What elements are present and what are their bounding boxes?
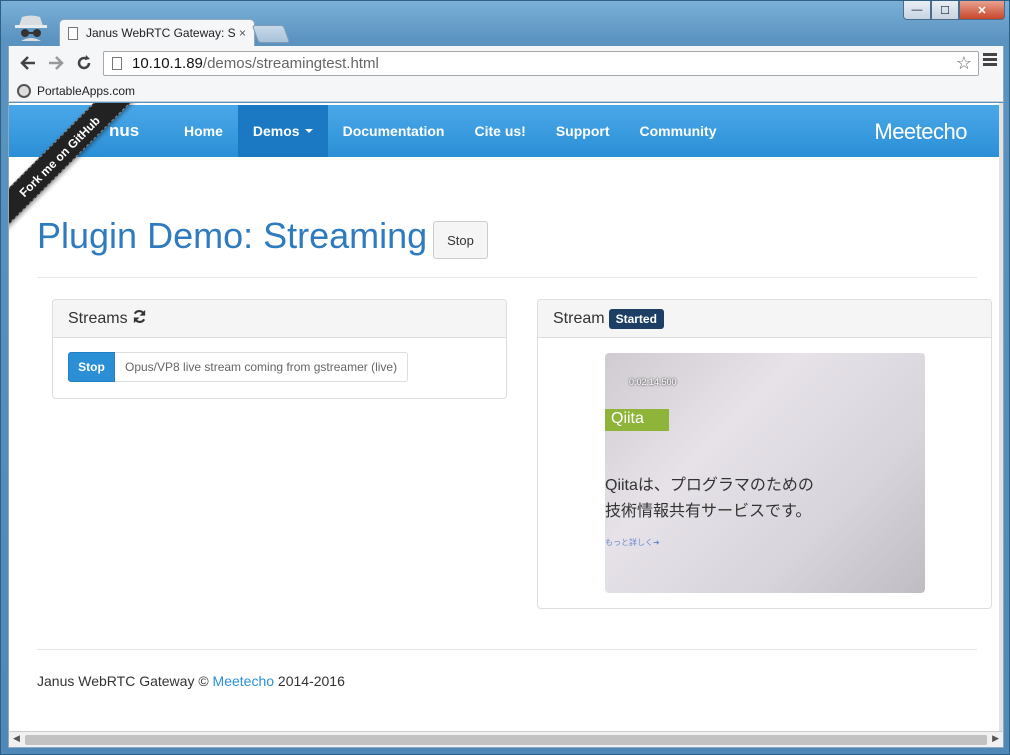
nav-demos-label: Demos — [252, 123, 300, 139]
maximize-button[interactable]: ☐ — [931, 1, 959, 20]
title-stop-button[interactable]: Stop — [433, 221, 488, 259]
footer: Janus WebRTC Gateway © Meetecho 2014-201… — [37, 673, 345, 689]
nav-home[interactable]: Home — [169, 105, 238, 157]
vertical-scrollbar[interactable] — [999, 103, 1003, 731]
footer-meetecho-link[interactable]: Meetecho — [213, 673, 274, 689]
stream-label[interactable]: Opus/VP8 live stream coming from gstream… — [115, 352, 409, 382]
video-player[interactable]: 0:02:14.500 Qiita Qiitaは、プログラマのための 技術情報共… — [605, 353, 925, 593]
minimize-button[interactable]: — — [903, 1, 931, 20]
address-bar[interactable]: 10.10.1.89/demos/streamingtest.html ☆ — [103, 51, 979, 76]
portableapps-icon — [17, 83, 31, 98]
footer-prefix: Janus WebRTC Gateway © — [37, 673, 213, 689]
qiita-logo-text: Qiita — [611, 410, 644, 427]
stream-heading: Stream — [553, 309, 605, 327]
stream-panel-heading: Stream Started — [538, 300, 991, 338]
streams-panel: Streams Stop Opus/VP8 live stream coming… — [52, 299, 507, 399]
scroll-right-icon[interactable]: ▶ — [992, 733, 999, 744]
forward-arrow-icon[interactable] — [45, 52, 67, 74]
video-text-line1: Qiitaは、プログラマのための — [605, 477, 814, 494]
video-text-line2: 技術情報共有サービスです。 — [605, 503, 812, 520]
incognito-icon — [13, 13, 49, 43]
streams-panel-heading: Streams — [53, 300, 506, 338]
new-tab-button[interactable] — [251, 25, 291, 43]
page-icon — [68, 26, 78, 40]
stream-stop-button[interactable]: Stop — [68, 352, 115, 382]
horizontal-scrollbar[interactable]: ◀ ▶ — [8, 731, 1004, 748]
page-icon — [112, 57, 122, 70]
tab-title: Janus WebRTC Gateway: S — [86, 26, 235, 40]
stream-entry: Stop Opus/VP8 live stream coming from gs… — [68, 352, 409, 382]
back-arrow-icon[interactable] — [17, 52, 39, 74]
top-navbar: nus Home Demos Documentation Cite us! Su… — [9, 105, 1003, 157]
browser-menu-icon[interactable] — [983, 53, 997, 68]
video-timestamp: 0:02:14.500 — [629, 377, 677, 387]
url-path: /demos/streamingtest.html — [202, 55, 379, 72]
footer-suffix: 2014-2016 — [274, 673, 345, 689]
caret-down-icon — [304, 129, 313, 133]
footer-divider — [37, 649, 977, 650]
nav-cite-us[interactable]: Cite us! — [459, 105, 540, 157]
divider — [37, 277, 977, 278]
bookmark-portableapps[interactable]: PortableApps.com — [37, 84, 135, 98]
bookmark-star-icon[interactable]: ☆ — [956, 53, 972, 74]
streams-heading: Streams — [68, 309, 128, 327]
nav-support[interactable]: Support — [541, 105, 625, 157]
window-controls: — ☐ ✕ — [903, 1, 1005, 20]
video-text-link: もっと詳しく➜ — [605, 538, 660, 547]
scroll-left-icon[interactable]: ◀ — [13, 733, 20, 744]
navbar-brand[interactable]: nus — [109, 121, 169, 141]
nav-community[interactable]: Community — [624, 105, 731, 157]
browser-window: — ☐ ✕ Janus WebRTC Gateway: S × 10.10.1.… — [0, 0, 1010, 755]
close-button[interactable]: ✕ — [959, 1, 1005, 20]
browser-toolbar: 10.10.1.89/demos/streamingtest.html ☆ — [8, 46, 1004, 80]
refresh-icon[interactable] — [132, 309, 147, 329]
reload-icon[interactable] — [73, 52, 95, 74]
nav-demos[interactable]: Demos — [237, 105, 328, 157]
browser-tab[interactable]: Janus WebRTC Gateway: S × — [59, 19, 255, 46]
status-badge: Started — [608, 308, 664, 329]
stream-panel: Stream Started 0:02:14.500 Qiita Qiitaは、… — [537, 299, 992, 609]
page-viewport: nus Home Demos Documentation Cite us! Su… — [8, 103, 1004, 731]
bookmarks-bar: PortableApps.com — [8, 80, 1004, 102]
nav-documentation[interactable]: Documentation — [328, 105, 460, 157]
url-host: 10.10.1.89 — [132, 55, 203, 72]
page-title: Plugin Demo: Streaming — [37, 215, 428, 256]
scroll-thumb[interactable] — [25, 735, 987, 745]
meetecho-logo[interactable]: Meetecho — [874, 119, 967, 145]
tab-close-icon[interactable]: × — [239, 26, 246, 40]
